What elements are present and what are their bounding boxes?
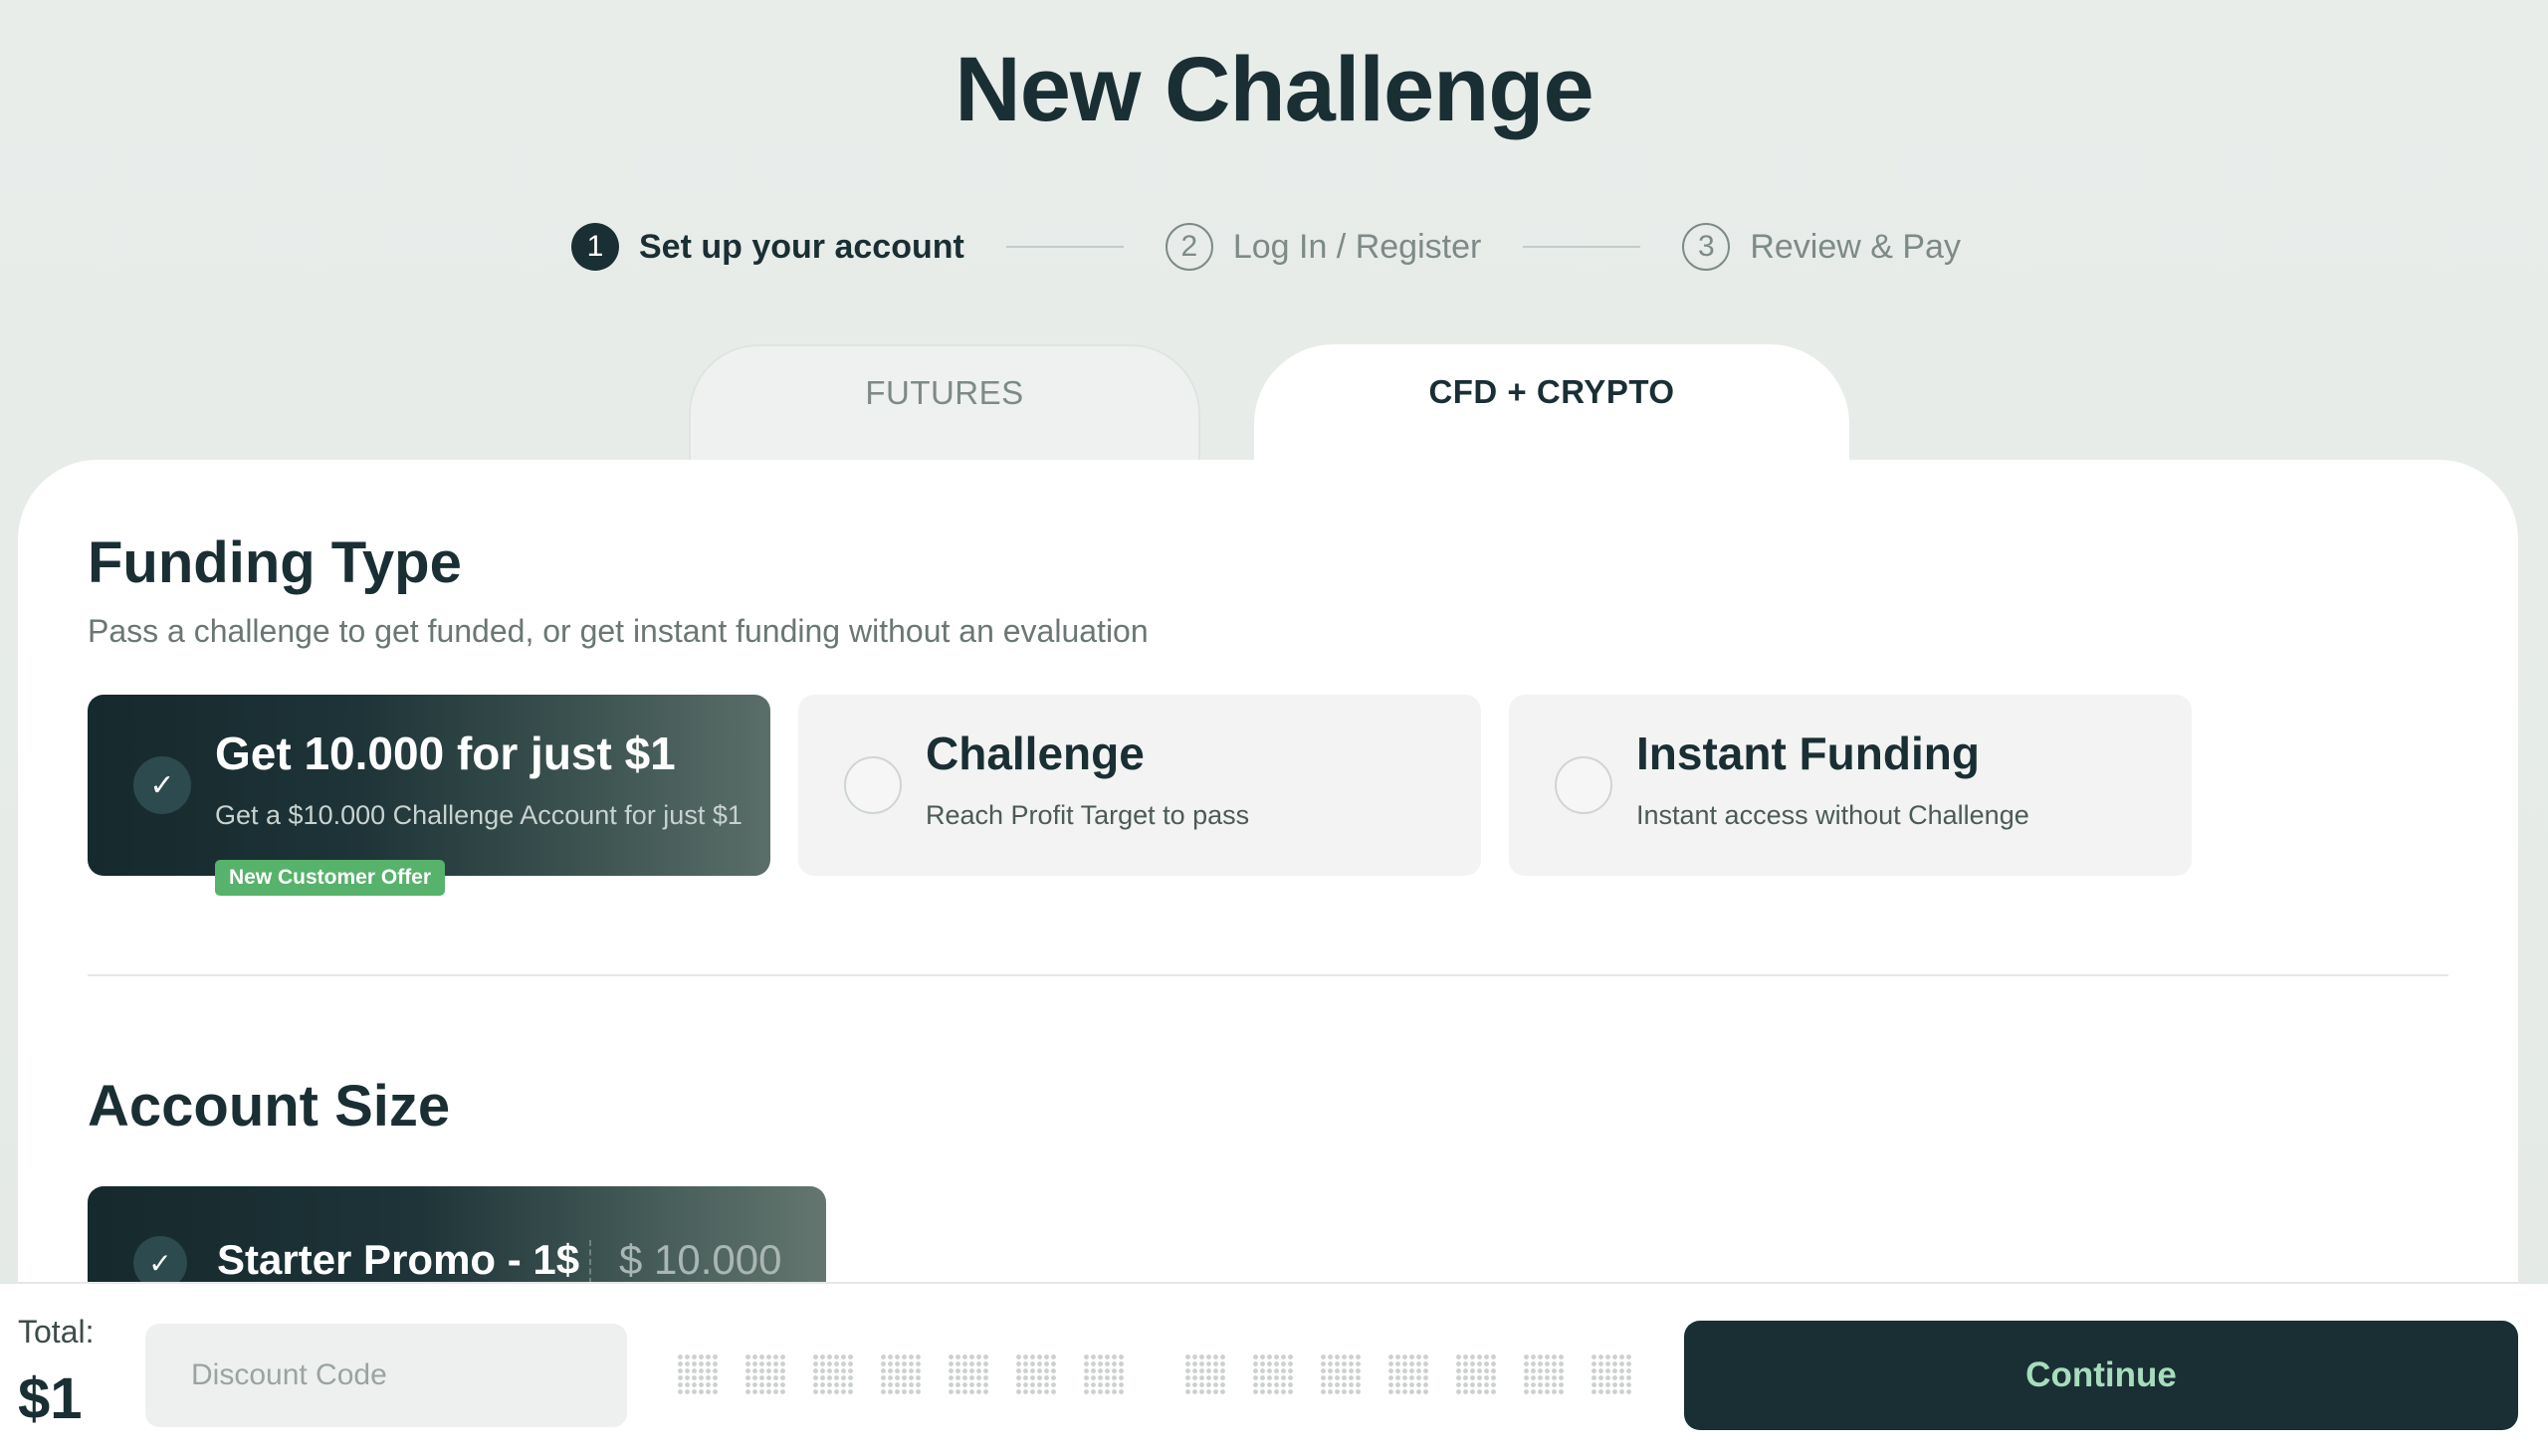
funding-option-title: Challenge	[926, 728, 1145, 779]
funding-option-instant[interactable]: Instant Funding Instant access without C…	[1509, 695, 2192, 876]
step-connector	[1523, 246, 1641, 248]
dot-pattern-decoration	[677, 1353, 1125, 1395]
discount-code-input[interactable]	[145, 1324, 627, 1427]
dashed-separator	[589, 1240, 591, 1284]
step-login: 2 Log In / Register	[1165, 223, 1482, 271]
radio-circle-icon	[844, 756, 902, 814]
step-connector	[1005, 246, 1124, 248]
tab-cfd-crypto[interactable]: CFD + CRYPTO	[1254, 344, 1849, 474]
funding-option-title: Instant Funding	[1636, 728, 1980, 779]
page: New Challenge 1 Set up your account 2 Lo…	[0, 0, 2548, 1456]
account-option-amount: $ 10.000	[619, 1236, 782, 1283]
new-customer-badge: New Customer Offer	[215, 860, 446, 896]
total-value: $1	[18, 1366, 83, 1431]
total-label: Total:	[18, 1314, 95, 1350]
stepper: 1 Set up your account 2 Log In / Registe…	[571, 217, 1961, 277]
step-setup: 1 Set up your account	[571, 223, 964, 271]
funding-option-desc: Instant access without Challenge	[1636, 800, 2029, 830]
step-label-setup: Set up your account	[639, 227, 964, 266]
step-number-2: 2	[1165, 223, 1213, 271]
dot-pattern-decoration	[1184, 1353, 1632, 1395]
account-option-name: Starter Promo - 1$	[217, 1236, 580, 1283]
step-label-login: Log In / Register	[1232, 227, 1482, 266]
funding-option-desc: Get a $10.000 Challenge Account for just…	[215, 800, 743, 830]
checkout-footer: Total: $1 Continue	[0, 1282, 2548, 1456]
funding-option-promo[interactable]: ✓ Get 10.000 for just $1 Get a $10.000 C…	[88, 695, 770, 876]
section-divider	[88, 974, 2448, 976]
step-review: 3 Review & Pay	[1682, 223, 1961, 271]
funding-type-subtitle: Pass a challenge to get funded, or get i…	[88, 613, 1149, 649]
funding-type-title: Funding Type	[88, 530, 462, 595]
continue-button[interactable]: Continue	[1684, 1321, 2518, 1430]
funding-option-title: Get 10.000 for just $1	[215, 728, 676, 779]
account-size-title: Account Size	[88, 1074, 451, 1139]
funding-option-desc: Reach Profit Target to pass	[926, 800, 1250, 830]
step-label-review: Review & Pay	[1750, 227, 1961, 266]
check-icon: ✓	[133, 756, 191, 814]
page-title: New Challenge	[955, 39, 1593, 140]
radio-circle-icon	[1555, 756, 1612, 814]
step-number-3: 3	[1682, 223, 1731, 271]
tab-futures[interactable]: FUTURES	[689, 344, 1200, 464]
funding-option-challenge[interactable]: Challenge Reach Profit Target to pass	[798, 695, 1481, 876]
step-number-1: 1	[571, 223, 619, 271]
